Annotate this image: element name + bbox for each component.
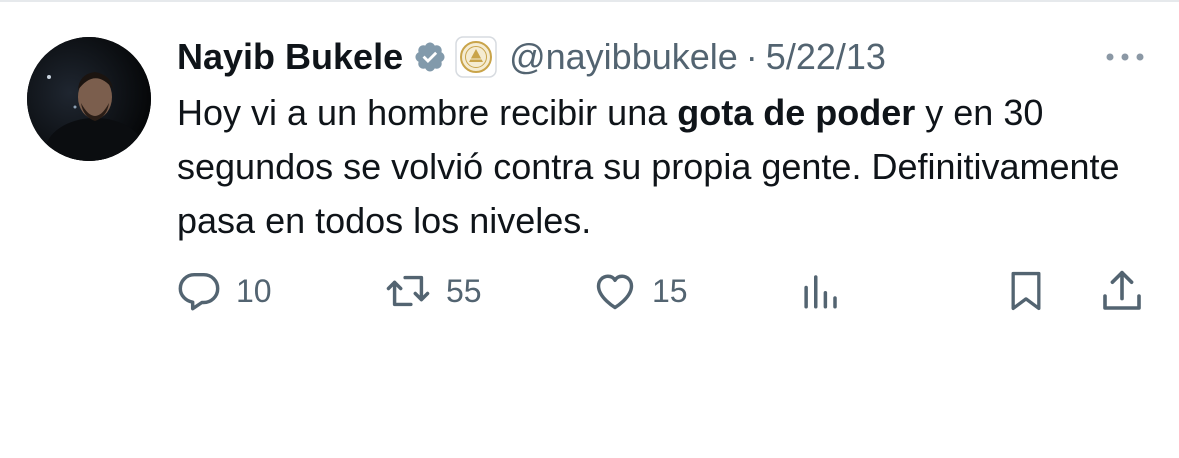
verified-badge-icon [413,40,447,74]
el-salvador-seal-icon[interactable] [455,36,497,78]
tweet-text-part1: Hoy vi a un hombre recibir una [177,92,678,133]
retweet-icon [384,268,432,314]
top-divider [0,0,1179,2]
bookmark-icon [1004,267,1048,315]
tweet-text-bold: gota de poder [677,92,916,133]
like-count: 15 [652,272,688,309]
heart-icon [592,268,638,314]
share-button[interactable] [1098,266,1146,316]
author-handle[interactable]: @nayibbukele [509,36,738,78]
separator-dot: · [745,36,758,77]
avatar[interactable] [27,37,151,161]
tweet-header: Nayib Bukele @nayibbukele · 5/22/13 [177,32,886,82]
tweet-date[interactable]: 5/22/13 [766,36,886,78]
tweet-text: Hoy vi a un hombre recibir una gota de p… [177,86,1162,248]
analytics-icon [800,268,842,314]
more-options-icon[interactable] [1100,44,1150,70]
share-icon [1098,267,1146,315]
reply-button[interactable]: 10 [176,266,272,316]
reply-icon [176,268,222,314]
reply-count: 10 [236,272,272,309]
like-button[interactable]: 15 [592,266,688,316]
retweet-count: 55 [446,272,482,309]
bookmark-button[interactable] [1004,266,1048,316]
author-name[interactable]: Nayib Bukele [177,36,403,78]
retweet-button[interactable]: 55 [384,266,482,316]
views-button[interactable] [800,266,842,316]
